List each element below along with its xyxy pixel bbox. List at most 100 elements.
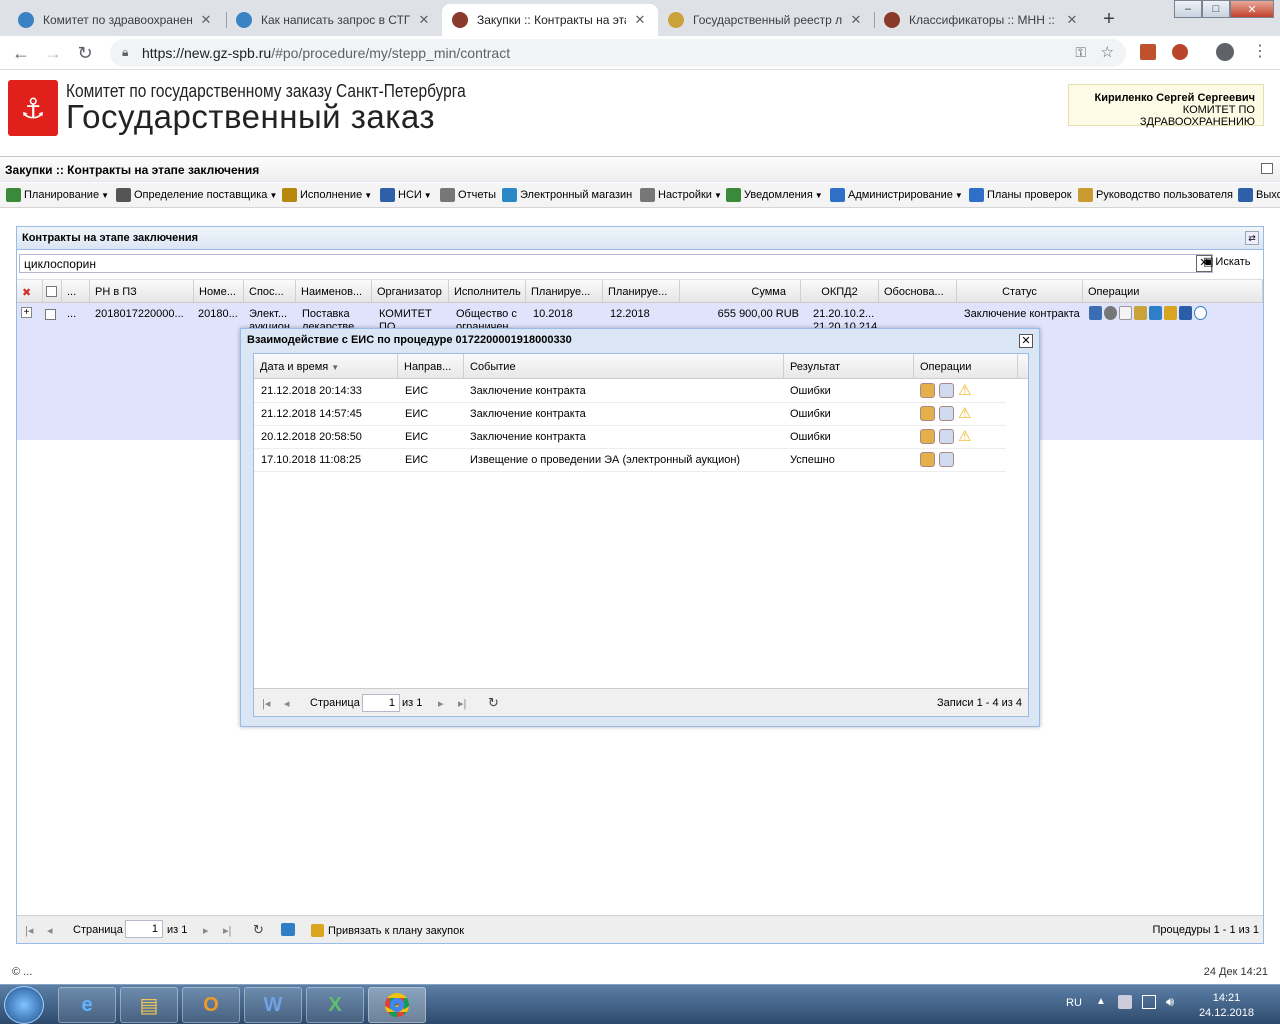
- grid-column-header[interactable]: Исполнитель: [449, 280, 526, 303]
- new-tab-button[interactable]: +: [1096, 6, 1122, 32]
- clear-filter-icon[interactable]: ✖: [17, 280, 43, 303]
- first-page-icon[interactable]: |◂: [262, 697, 270, 710]
- key-icon[interactable]: ⚿: [1075, 44, 1086, 61]
- select-all-checkbox[interactable]: [46, 286, 57, 297]
- menu-item[interactable]: Уведомления ▼: [726, 188, 823, 202]
- close-icon[interactable]: ✕: [1019, 334, 1033, 348]
- package-icon[interactable]: [920, 452, 935, 467]
- reload-icon[interactable]: ↻: [72, 40, 98, 66]
- panel-refresh-icon[interactable]: ⇄: [1245, 231, 1259, 245]
- chrome-icon[interactable]: [368, 987, 426, 1023]
- excel-icon[interactable]: X: [306, 987, 364, 1023]
- grid-column-header[interactable]: Спос...: [244, 280, 296, 303]
- prev-page-icon[interactable]: ◂: [284, 697, 290, 710]
- volume-icon[interactable]: 🔊︎: [1166, 994, 1174, 1010]
- menu-item[interactable]: Электронный магазин: [502, 188, 632, 202]
- last-page-icon[interactable]: ▸|: [223, 924, 231, 937]
- menu-icon[interactable]: ⋮: [1252, 41, 1268, 61]
- language-indicator[interactable]: RU: [1066, 997, 1082, 1009]
- close-tab-icon[interactable]: ✕: [416, 12, 432, 28]
- gear-icon[interactable]: [1104, 306, 1117, 320]
- package-icon[interactable]: [920, 406, 935, 421]
- url-text[interactable]: https://new.gz-spb.ru/#po/procedure/my/s…: [142, 45, 510, 61]
- page-number-input[interactable]: 1: [125, 920, 163, 938]
- document-edit-icon[interactable]: [939, 452, 954, 467]
- collapse-button[interactable]: [1261, 163, 1273, 174]
- refresh-icon[interactable]: ↻: [488, 695, 499, 711]
- extension-icon[interactable]: [1172, 44, 1188, 60]
- warning-icon[interactable]: ⚠: [958, 381, 973, 399]
- books-icon[interactable]: [1179, 306, 1192, 320]
- last-page-icon[interactable]: ▸|: [458, 697, 466, 710]
- back-icon[interactable]: ←: [8, 40, 34, 66]
- show-hidden-icons-icon[interactable]: ▲: [1096, 996, 1106, 1007]
- close-window-button[interactable]: ✕: [1230, 0, 1274, 18]
- grid-column-header[interactable]: Наименов...: [296, 280, 372, 303]
- grid-column-header[interactable]: Планируе...: [526, 280, 603, 303]
- system-clock[interactable]: 14:21 24.12.2018: [1199, 991, 1254, 1021]
- bind-plan-button[interactable]: Привязать к плану закупок: [311, 924, 464, 937]
- grid-column-header[interactable]: ...: [62, 280, 90, 303]
- browser-tab[interactable]: Как написать запрос в СТП ✕: [226, 4, 442, 36]
- first-page-icon[interactable]: |◂: [25, 924, 33, 937]
- dialog-row[interactable]: 20.12.2018 20:58:50 ЕИС Заключение контрак…: [254, 426, 1006, 449]
- disk-icon[interactable]: [1149, 306, 1162, 320]
- grid-column-header[interactable]: Номе...: [194, 280, 244, 303]
- outlook-icon[interactable]: O: [182, 987, 240, 1023]
- browser-tab[interactable]: Классификаторы :: МНН :: А ✕: [874, 4, 1090, 36]
- browser-tab[interactable]: Государственный реестр ле ✕: [658, 4, 874, 36]
- grid-column-header[interactable]: Организатор: [372, 280, 449, 303]
- refresh-icon[interactable]: ↻: [253, 922, 264, 938]
- grid-column-header[interactable]: ОКПД2: [801, 280, 879, 303]
- menu-item[interactable]: Исполнение ▼: [282, 188, 372, 202]
- search-input[interactable]: циклоспорин ✕: [19, 254, 1213, 273]
- menu-item[interactable]: Отчеты: [440, 188, 496, 202]
- profile-icon[interactable]: [1216, 43, 1234, 61]
- grid-column-header[interactable]: РН в ПЗ: [90, 280, 194, 303]
- maximize-button[interactable]: □: [1202, 0, 1230, 18]
- browser-tab[interactable]: Закупки :: Контракты на эта ✕: [442, 4, 658, 36]
- close-tab-icon[interactable]: ✕: [848, 12, 864, 28]
- warning-icon[interactable]: ⚠: [958, 427, 973, 445]
- chart-icon[interactable]: [1089, 306, 1102, 320]
- menu-item[interactable]: Планирование ▼: [6, 188, 109, 202]
- close-tab-icon[interactable]: ✕: [632, 12, 648, 28]
- grid-column-header[interactable]: Обоснова...: [879, 280, 957, 303]
- menu-item[interactable]: Настройки ▼: [640, 188, 722, 202]
- minimize-button[interactable]: –: [1174, 0, 1202, 18]
- next-page-icon[interactable]: ▸: [203, 924, 209, 937]
- expand-row-icon[interactable]: +: [21, 307, 32, 318]
- row-dots[interactable]: ...: [67, 308, 76, 321]
- warning-icon[interactable]: ⚠: [958, 404, 973, 422]
- package-icon[interactable]: [920, 383, 935, 398]
- word-icon[interactable]: W: [244, 987, 302, 1023]
- menu-item[interactable]: НСИ ▼: [380, 188, 432, 202]
- menu-item[interactable]: Руководство пользователя: [1078, 188, 1233, 202]
- document-edit-icon[interactable]: [939, 429, 954, 444]
- row-checkbox[interactable]: [45, 309, 56, 320]
- grid-column-header[interactable]: Статус: [957, 280, 1083, 303]
- document-edit-icon[interactable]: [939, 383, 954, 398]
- menu-item[interactable]: Выхо: [1238, 188, 1280, 202]
- grid-column-header[interactable]: Планируе...: [603, 280, 680, 303]
- col-datetime[interactable]: Дата и время ▼: [254, 354, 398, 378]
- star-icon[interactable]: ☆: [1101, 43, 1114, 61]
- explorer-icon[interactable]: ▤: [120, 987, 178, 1023]
- menu-item[interactable]: Администрирование ▼: [830, 188, 963, 202]
- close-tab-icon[interactable]: ✕: [1064, 12, 1080, 28]
- browser-tab[interactable]: Комитет по здравоохранени ✕: [8, 4, 224, 36]
- save-icon[interactable]: [281, 923, 295, 936]
- next-page-icon[interactable]: ▸: [438, 697, 444, 710]
- info-icon[interactable]: [1194, 306, 1207, 320]
- close-tab-icon[interactable]: ✕: [198, 12, 214, 28]
- start-button[interactable]: [4, 986, 44, 1024]
- pdf-extension-icon[interactable]: [1140, 44, 1156, 60]
- user-box[interactable]: Кириленко Сергей Сергеевич КОМИТЕТ ПО ЗД…: [1068, 84, 1264, 128]
- menu-item[interactable]: Определение поставщика ▼: [116, 188, 277, 202]
- col-operations[interactable]: Операции: [914, 354, 1018, 378]
- emblem-icon[interactable]: [1134, 306, 1147, 320]
- network-icon[interactable]: [1118, 995, 1132, 1009]
- col-result[interactable]: Результат: [784, 354, 914, 378]
- page-number-input[interactable]: 1: [362, 694, 400, 712]
- scroll-icon[interactable]: [1164, 306, 1177, 320]
